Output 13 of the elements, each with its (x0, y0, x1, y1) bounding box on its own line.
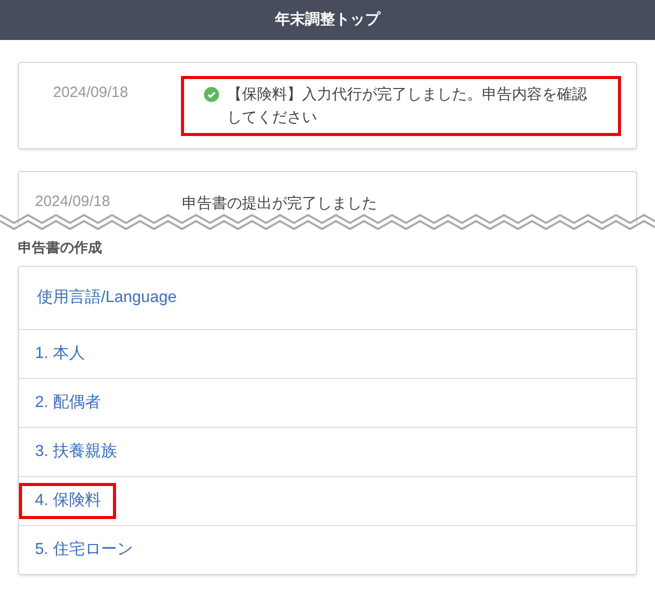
header-title: 年末調整トップ (275, 10, 380, 30)
menu-link[interactable]: 5. 住宅ローン (19, 532, 148, 568)
menu-link[interactable]: 1. 本人 (19, 336, 100, 372)
section-title: 申告書の作成 (18, 238, 103, 257)
notification-message: 【保険料】入力代行が完了しました。申告内容を確認してください (227, 85, 588, 128)
notification-date: 2024/09/18 (35, 192, 112, 212)
menu-link[interactable]: 使用言語/Language (21, 280, 192, 316)
check-icon (204, 87, 219, 102)
notification-date: 2024/09/18 (53, 83, 130, 103)
menu-link[interactable]: 4. 保険料 (19, 483, 116, 519)
menu-link[interactable]: 3. 扶養親族 (19, 434, 132, 470)
menu-link[interactable]: 2. 配偶者 (19, 385, 116, 421)
notification-message: 申告書の提出が完了しました (182, 194, 377, 214)
